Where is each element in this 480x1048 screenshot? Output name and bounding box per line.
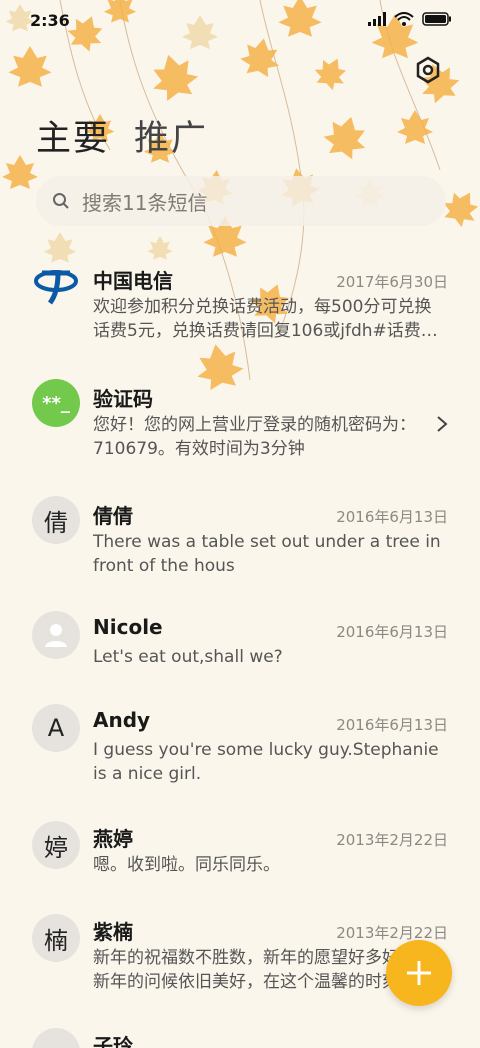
avatar — [32, 611, 80, 659]
avatar: 倩 — [32, 496, 80, 544]
avatar-text: 楠 — [44, 926, 68, 955]
message-preview: There was a table set out under a tree i… — [93, 532, 441, 576]
avatar: 婷 — [32, 821, 80, 869]
message-item-verification-code[interactable]: **_ 验证码 您好！您的网上营业厅登录的随机密码为：710679。有效时间为3… — [0, 363, 480, 473]
message-preview: I guess you're some lucky guy.Stephanie … — [93, 740, 439, 784]
message-preview: Let's eat out,shall we? — [93, 647, 283, 667]
status-time: 2:36 — [30, 11, 70, 30]
signal-icon — [368, 12, 386, 26]
sender-name: 中国电信 — [93, 269, 173, 293]
avatar: 楠 — [32, 914, 80, 962]
sender-name: 紫楠 — [93, 920, 133, 944]
message-item[interactable]: 婷 燕婷 2013年2月22日 嗯。收到啦。同乐同乐。 — [0, 807, 480, 897]
sender-name: Andy — [93, 708, 151, 732]
battery-icon — [422, 12, 451, 26]
verification-avatar: **_ — [32, 379, 80, 427]
message-date: 2013年2月22日 — [336, 831, 448, 849]
sender-name: 燕婷 — [93, 827, 133, 851]
sender-name: 倩倩 — [93, 504, 133, 528]
sender-name: 验证码 — [93, 387, 153, 411]
avatar-text: **_ — [42, 392, 70, 414]
message-item[interactable]: A Andy 2016年6月13日 I guess you're some lu… — [0, 690, 480, 800]
message-date: 2013年2月22日 — [336, 924, 448, 942]
message-date: 2016年6月13日 — [336, 623, 448, 641]
message-date: 2016年6月13日 — [336, 716, 448, 734]
search-bar[interactable]: 搜索11条短信 — [36, 176, 446, 226]
avatar — [32, 1028, 80, 1048]
status-bar: 2:36 — [0, 0, 480, 40]
message-preview: 您好！您的网上营业厅登录的随机密码为：710679。有效时间为3分钟 — [93, 415, 416, 459]
settings-gear-icon[interactable] — [414, 56, 442, 84]
search-placeholder: 搜索11条短信 — [82, 190, 208, 215]
avatar: A — [32, 704, 80, 752]
wifi-icon — [394, 12, 414, 26]
tab-promotions[interactable]: 推广 — [134, 110, 208, 161]
plus-icon — [407, 961, 431, 985]
message-date: 2017年6月30日 — [336, 273, 448, 291]
china-telecom-logo-icon — [32, 261, 80, 309]
search-icon — [53, 193, 69, 209]
message-item[interactable]: 倩 倩倩 2016年6月13日 There was a table set ou… — [0, 480, 480, 590]
message-date: 2016年6月13日 — [336, 508, 448, 526]
chevron-right-icon[interactable] — [436, 415, 448, 433]
avatar-text: A — [47, 714, 65, 742]
tab-bar: 主要 推广 — [36, 110, 208, 161]
message-item[interactable]: 子玲 — [0, 1018, 480, 1048]
new-message-button[interactable] — [386, 940, 452, 1006]
person-icon — [45, 624, 67, 647]
status-icons — [368, 12, 452, 26]
message-preview: 欢迎参加积分兑换话费活动，每500分可兑换话费5元，兑换话费请回复106或jfd… — [93, 297, 438, 341]
tab-main[interactable]: 主要 — [36, 110, 110, 161]
message-item[interactable]: Nicole 2016年6月13日 Let's eat out,shall we… — [0, 597, 480, 687]
sender-name: Nicole — [93, 615, 163, 639]
message-item-china-telecom[interactable]: 中国电信 2017年6月30日 欢迎参加积分兑换话费活动，每500分可兑换话费5… — [0, 245, 480, 355]
sender-name: 子玲 — [93, 1034, 133, 1048]
avatar-text: 倩 — [44, 508, 68, 537]
message-preview: 嗯。收到啦。同乐同乐。 — [93, 855, 280, 875]
avatar-text: 婷 — [44, 833, 68, 862]
